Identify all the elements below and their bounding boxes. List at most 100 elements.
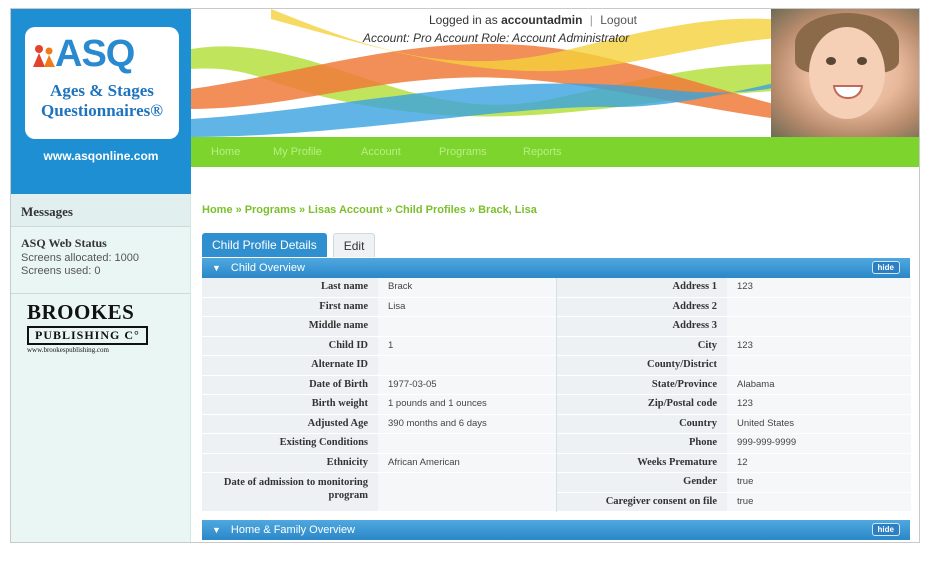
field-row: Phone 999-999-9999 <box>557 434 911 454</box>
field-label: Date of Birth <box>202 375 378 394</box>
field-value <box>727 356 911 375</box>
section-title: Home & Family Overview <box>230 524 355 536</box>
field-value: 390 months and 6 days <box>378 414 556 433</box>
field-value <box>378 473 556 511</box>
logo-panel: ASQ Ages & Stages Questionnaires® www.as… <box>11 9 191 194</box>
field-value: true <box>727 473 911 492</box>
field-label: Weeks Premature <box>557 453 727 472</box>
nav-account[interactable]: Account <box>361 146 401 158</box>
publisher-url: www.brookespublishing.com <box>27 346 109 354</box>
main-nav: Home My Profile Account Programs Reports <box>191 137 919 167</box>
breadcrumb-current[interactable]: Brack, Lisa <box>478 204 537 216</box>
field-value: 123 <box>727 395 911 414</box>
field-value: Alabama <box>727 375 911 394</box>
breadcrumb-programs[interactable]: Programs <box>245 204 296 216</box>
field-label: Alternate ID <box>202 356 378 375</box>
hide-button[interactable]: hide <box>871 261 900 274</box>
field-label: Address 2 <box>557 297 727 316</box>
breadcrumb: Home» Programs» Lisas Account» Child Profil… <box>202 204 537 216</box>
field-value: 1977-03-05 <box>378 375 556 394</box>
field-row: Child ID 1 <box>202 336 556 356</box>
field-row: Existing Conditions <box>202 434 556 454</box>
field-value: Lisa <box>378 297 556 316</box>
field-row: Adjusted Age 390 months and 6 days <box>202 414 556 434</box>
child-overview-header[interactable]: ▼ Child Overview hide <box>202 258 910 278</box>
logged-in-prefix: Logged in as <box>429 13 498 27</box>
field-value: 12 <box>727 453 911 472</box>
child-photo <box>771 9 919 137</box>
field-label: Caregiver consent on file <box>557 492 727 511</box>
screens-allocated: Screens allocated: 1000 <box>21 252 140 264</box>
field-label: State/Province <box>557 375 727 394</box>
field-value <box>378 434 556 453</box>
tab-edit[interactable]: Edit <box>332 233 376 257</box>
login-status: Logged in as accountadmin | Logout <box>429 13 637 27</box>
breadcrumb-child-profiles[interactable]: Child Profiles <box>395 204 466 216</box>
header-banner: Logged in as accountadmin | Logout Accou… <box>191 9 919 137</box>
asq-logo[interactable]: ASQ Ages & Stages Questionnaires® <box>25 27 179 139</box>
publisher-name: BROOKES <box>27 300 135 324</box>
collapse-triangle-icon[interactable]: ▼ <box>212 525 221 535</box>
logout-link[interactable]: Logout <box>600 13 637 27</box>
tab-child-profile-details[interactable]: Child Profile Details <box>202 233 327 257</box>
field-row: Ethnicity African American <box>202 453 556 473</box>
profile-tabs: Child Profile Details Edit <box>202 233 381 257</box>
field-label: Birth weight <box>202 395 378 414</box>
nav-reports[interactable]: Reports <box>523 146 562 158</box>
logo-line-1: Ages & Stages <box>50 81 154 100</box>
field-label: Date of admission to monitoring program <box>202 473 378 511</box>
breadcrumb-home[interactable]: Home <box>202 204 233 216</box>
field-row: County/District <box>557 356 911 376</box>
home-family-header[interactable]: ▼ Home & Family Overview hide <box>202 520 910 540</box>
field-row: First name Lisa <box>202 297 556 317</box>
breadcrumb-account[interactable]: Lisas Account <box>308 204 383 216</box>
logo-brand: ASQ <box>55 33 135 75</box>
field-value <box>378 356 556 375</box>
separator: | <box>589 13 593 27</box>
field-value: African American <box>378 453 556 472</box>
publisher-sub: PUBLISHING C° <box>27 326 148 345</box>
nav-home[interactable]: Home <box>211 146 240 158</box>
field-label: Gender <box>557 473 727 492</box>
field-row: Zip/Postal code 123 <box>557 395 911 415</box>
account-role-line: Account: Pro Account Role: Account Admin… <box>363 31 630 45</box>
field-label: Ethnicity <box>202 453 378 472</box>
field-label: City <box>557 336 727 355</box>
section-title: Child Overview <box>230 262 305 274</box>
field-value: 1 pounds and 1 ounces <box>378 395 556 414</box>
field-label: Address 1 <box>557 278 727 297</box>
field-label: Middle name <box>202 317 378 336</box>
field-value: 999-999-9999 <box>727 434 911 453</box>
collapse-triangle-icon[interactable]: ▼ <box>212 263 221 273</box>
field-row: Middle name <box>202 317 556 337</box>
nav-my-profile[interactable]: My Profile <box>273 146 322 158</box>
brookes-logo[interactable]: BROOKES PUBLISHING C° www.brookespublish… <box>27 300 177 354</box>
screens-used: Screens used: 0 <box>21 265 101 277</box>
field-label: County/District <box>557 356 727 375</box>
field-row: Caregiver consent on file true <box>557 492 911 512</box>
field-value: 123 <box>727 278 911 297</box>
hide-button[interactable]: hide <box>871 523 900 536</box>
web-status-panel: ASQ Web Status Screens allocated: 1000 S… <box>11 227 190 294</box>
left-column: Last name Brack First name Lisa Middle nam… <box>202 278 556 512</box>
messages-heading: Messages <box>11 194 190 227</box>
field-row: Last name Brack <box>202 278 556 298</box>
field-row: Address 1 123 <box>557 278 911 298</box>
right-column: Address 1 123 Address 2 Address 3 City 123… <box>556 278 911 512</box>
field-label: Adjusted Age <box>202 414 378 433</box>
field-label: Zip/Postal code <box>557 395 727 414</box>
field-row: Gender true <box>557 473 911 493</box>
site-url[interactable]: www.asqonline.com <box>11 149 191 163</box>
child-overview-details: Last name Brack First name Lisa Middle nam… <box>202 278 911 518</box>
field-value: Brack <box>378 278 556 297</box>
field-row: Alternate ID <box>202 356 556 376</box>
nav-programs[interactable]: Programs <box>439 146 487 158</box>
field-row: Address 2 <box>557 297 911 317</box>
field-value <box>378 317 556 336</box>
field-row: Date of admission to monitoring program <box>202 473 556 512</box>
browser-page: ASQ Ages & Stages Questionnaires® www.as… <box>10 8 920 543</box>
username: accountadmin <box>501 13 583 27</box>
field-row: Weeks Premature 12 <box>557 453 911 473</box>
status-title: ASQ Web Status <box>21 236 107 250</box>
field-value <box>727 297 911 316</box>
